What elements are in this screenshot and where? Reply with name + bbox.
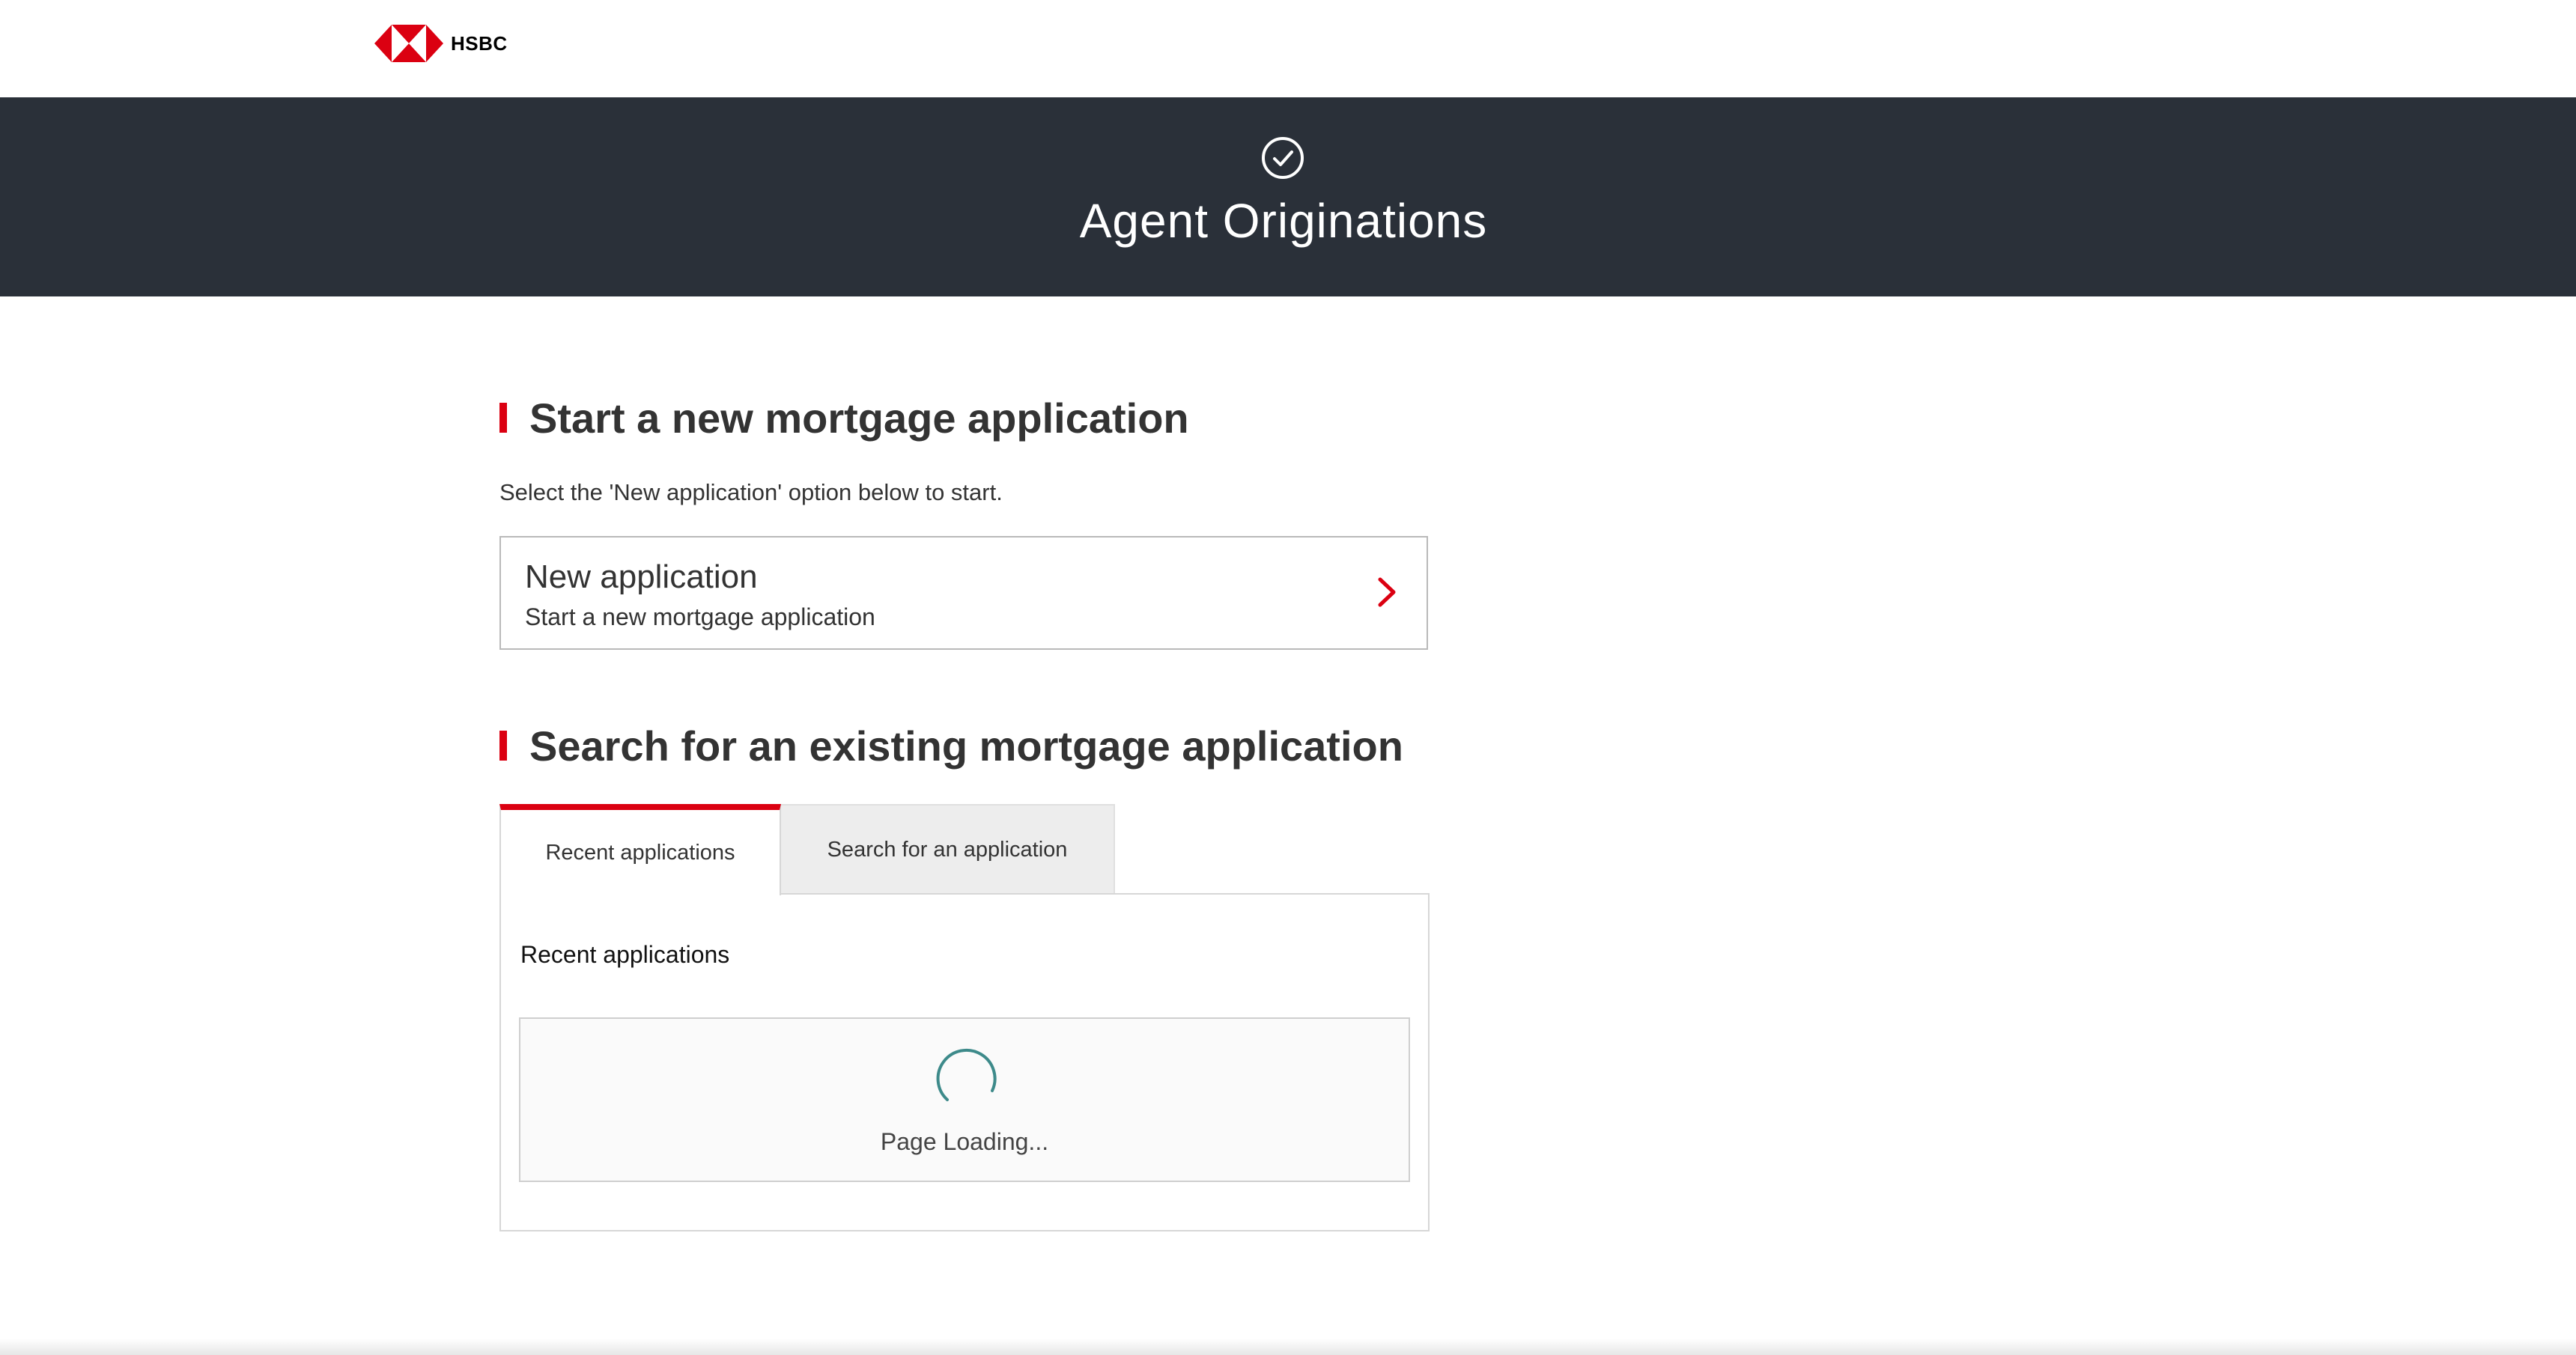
search-application-heading-text: Search for an existing mortgage applicat… [529,722,1403,770]
new-application-heading: Start a new mortgage application [499,394,1189,442]
check-circle-icon [1262,137,1304,179]
recent-applications-panel: Recent applications Page Loading... [499,893,1430,1231]
heading-accent-bar [499,731,507,761]
new-application-title: New application [525,558,758,595]
new-application-heading-text: Start a new mortgage application [529,394,1189,442]
new-application-intro: Select the 'New application' option belo… [499,479,1003,505]
search-application-heading: Search for an existing mortgage applicat… [499,722,1403,770]
heading-accent-bar [499,403,507,433]
footer-shadow [0,1339,2576,1355]
brand-name: HSBC [451,31,508,55]
hsbc-hexagon-icon [374,25,443,62]
new-application-subtitle: Start a new mortgage application [525,603,875,630]
new-application-button[interactable]: New application Start a new mortgage app… [499,536,1428,650]
application-tabs: Recent applications Search for an applic… [499,804,1115,895]
loading-text: Page Loading... [880,1128,1049,1155]
panel-title: Recent applications [520,941,730,968]
tab-recent-applications[interactable]: Recent applications [499,804,781,895]
tab-search-application[interactable]: Search for an application [781,804,1115,894]
chevron-right-icon [1378,577,1396,607]
page-title: Agent Originations [1079,194,1488,248]
page-banner: Agent Originations [0,97,2576,296]
spinner-icon [936,1048,997,1101]
hsbc-logo[interactable]: HSBC [374,25,508,62]
top-header: HSBC [0,0,2576,97]
loading-box: Page Loading... [519,1017,1410,1182]
